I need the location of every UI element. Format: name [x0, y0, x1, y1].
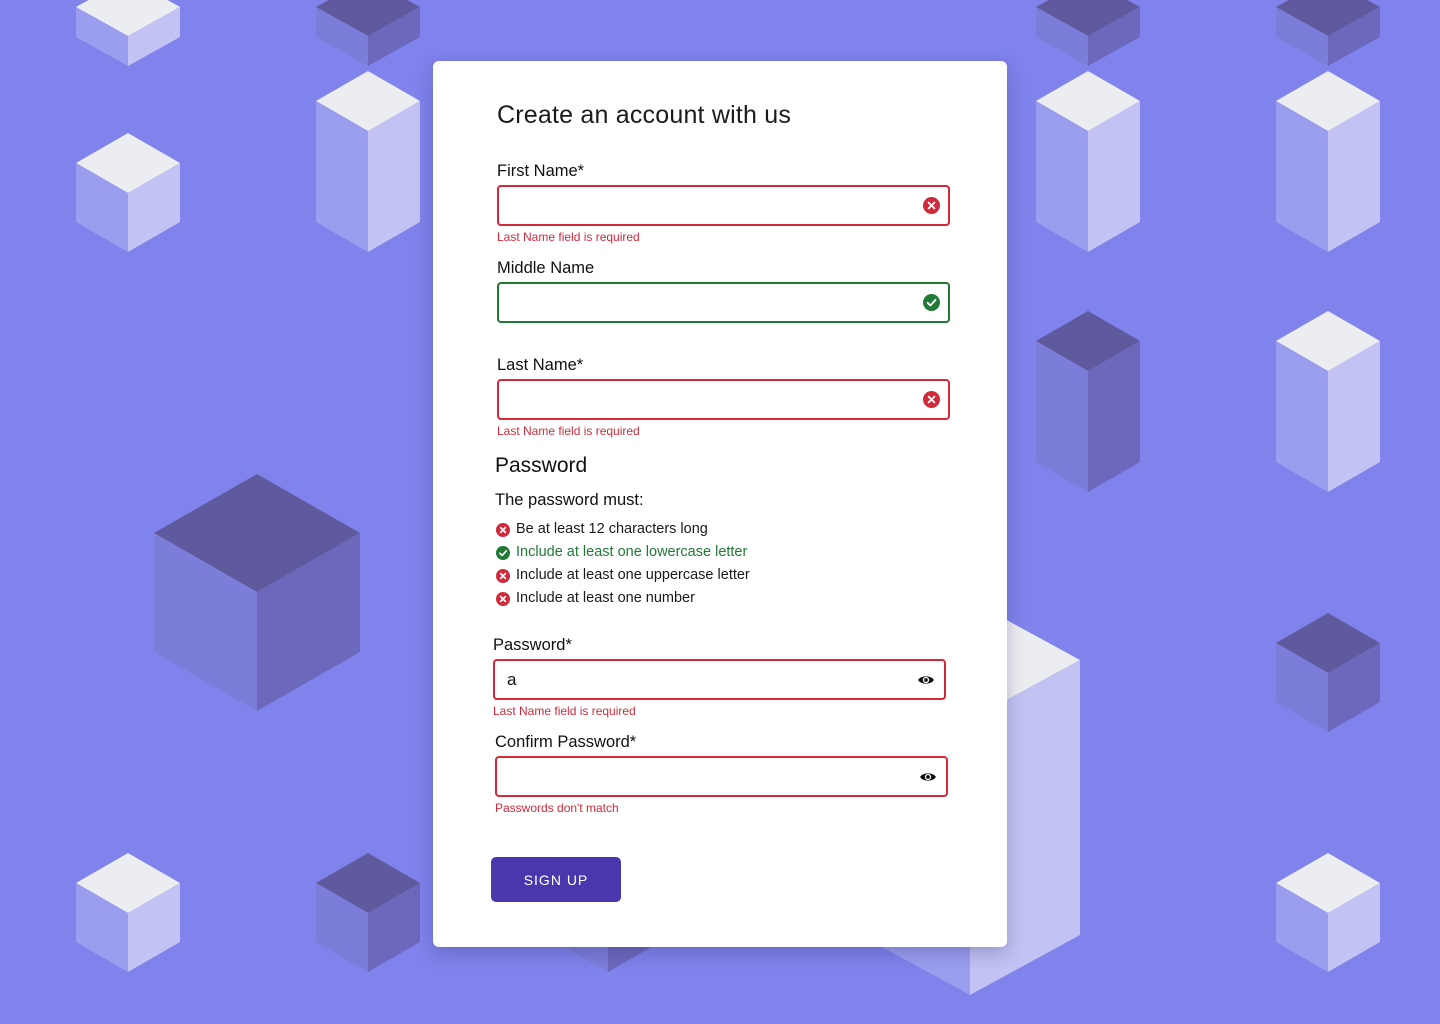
error-icon — [923, 391, 940, 408]
first-name-input[interactable] — [511, 193, 891, 218]
sign-up-button[interactable]: SIGN UP — [491, 857, 621, 902]
password-input[interactable] — [507, 667, 887, 692]
password-label: Password* — [493, 636, 572, 654]
last-name-input[interactable] — [511, 387, 891, 412]
confirm-password-error: Passwords don't match — [495, 801, 619, 815]
password-requirements-list: Be at least 12 characters long Include a… — [496, 518, 750, 610]
middle-name-field[interactable] — [497, 282, 950, 323]
middle-name-label: Middle Name — [497, 259, 595, 277]
password-rule-text: Include at least one uppercase letter — [516, 567, 750, 583]
check-icon — [496, 546, 510, 560]
last-name-error: Last Name field is required — [497, 424, 640, 438]
password-rule: Include at least one number — [496, 587, 750, 610]
password-rule: Include at least one uppercase letter — [496, 564, 750, 587]
password-rule: Be at least 12 characters long — [496, 518, 750, 541]
error-icon — [496, 523, 510, 537]
password-error: Last Name field is required — [493, 704, 636, 718]
error-icon — [496, 569, 510, 583]
middle-name-input[interactable] — [511, 290, 891, 315]
last-name-field[interactable] — [497, 379, 950, 420]
password-rule-text: Include at least one lowercase letter — [516, 544, 748, 560]
last-name-label: Last Name* — [497, 356, 584, 374]
confirm-password-field[interactable] — [495, 756, 948, 797]
first-name-label: First Name* — [497, 162, 585, 180]
password-requirements-intro: The password must: — [495, 491, 644, 509]
check-icon — [923, 294, 940, 311]
password-rule: Include at least one lowercase letter — [496, 541, 750, 564]
password-rule-text: Include at least one number — [516, 590, 695, 606]
confirm-password-input[interactable] — [509, 764, 889, 789]
first-name-error: Last Name field is required — [497, 230, 640, 244]
password-section-title: Password — [495, 454, 588, 477]
password-field[interactable] — [493, 659, 946, 700]
error-icon — [496, 592, 510, 606]
signup-card: Create an account with us First Name* La… — [433, 61, 1007, 947]
first-name-field[interactable] — [497, 185, 950, 226]
error-icon — [923, 197, 940, 214]
password-rule-text: Be at least 12 characters long — [516, 521, 708, 537]
eye-icon[interactable] — [919, 770, 937, 784]
confirm-password-label: Confirm Password* — [495, 733, 637, 751]
eye-icon[interactable] — [917, 673, 935, 687]
page-title: Create an account with us — [497, 101, 792, 129]
